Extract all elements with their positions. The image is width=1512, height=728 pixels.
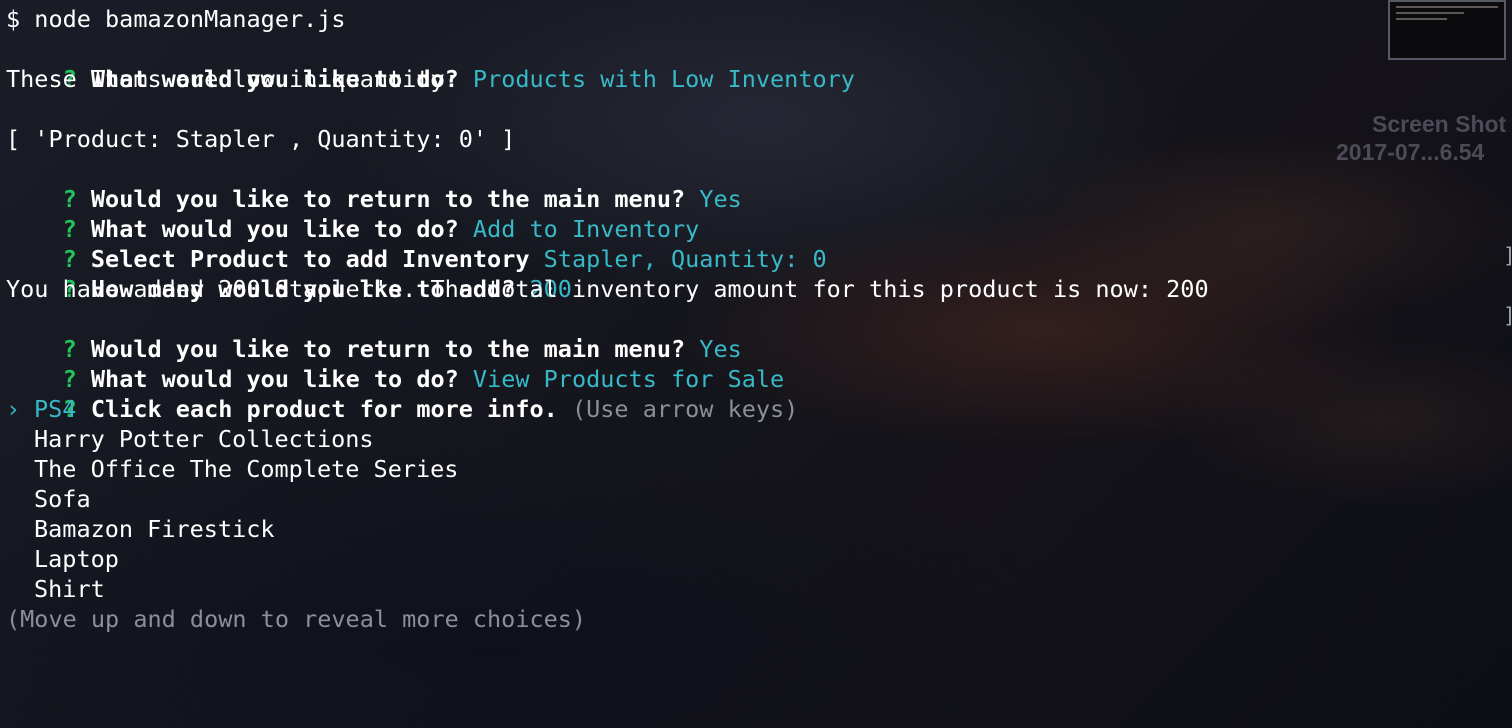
question-text: What would you like to do? — [90, 365, 459, 393]
choice-label: Sofa — [34, 485, 91, 513]
choice-label: PS4 — [34, 395, 77, 423]
output-array: [ 'Product: Stapler , Quantity: 0' ] — [6, 125, 516, 153]
choice-item[interactable]: Sofa — [6, 484, 1512, 514]
question-mark-icon: ? — [62, 335, 77, 363]
answer-text: Yes — [699, 335, 742, 363]
answer-text: Products with Low Inventory — [472, 65, 855, 93]
hint-text: (Use arrow keys) — [571, 395, 799, 423]
question-mark-icon: ? — [62, 365, 77, 393]
prompt-line: ? Would you like to return to the main m… — [6, 304, 1512, 363]
question-text: Click each product for more info. — [90, 395, 558, 423]
choice-label: Laptop — [34, 545, 119, 573]
terminal-output[interactable]: $ node bamazonManager.js ? What would yo… — [6, 4, 1512, 634]
choice-item[interactable]: Harry Potter Collections — [6, 424, 1512, 454]
question-text: What would you like to do? — [90, 215, 459, 243]
choice-label: The Office The Complete Series — [34, 455, 459, 483]
answer-text: Add to Inventory — [472, 215, 700, 243]
prompt-line: ? Would you like to return to the main m… — [6, 154, 1512, 213]
question-mark-icon: ? — [62, 245, 77, 273]
choice-item[interactable]: Shirt — [6, 574, 1512, 604]
choice-label: Bamazon Firestick — [34, 515, 275, 543]
choice-item[interactable]: Laptop — [6, 544, 1512, 574]
choice-item[interactable]: Bamazon Firestick — [6, 514, 1512, 544]
question-mark-icon: ? — [62, 215, 77, 243]
command-line: $ node bamazonManager.js — [6, 5, 346, 33]
question-mark-icon: ? — [62, 185, 77, 213]
question-text: Would you like to return to the main men… — [90, 335, 686, 363]
answer-text: View Products for Sale — [472, 365, 785, 393]
more-choices-hint: (Move up and down to reveal more choices… — [6, 605, 587, 633]
answer-text: Yes — [699, 185, 742, 213]
choice-item[interactable]: The Office The Complete Series — [6, 454, 1512, 484]
output-text: You have added 200 Stapler's. The total … — [6, 275, 1209, 303]
choice-label: Harry Potter Collections — [34, 425, 374, 453]
choice-label: Shirt — [34, 575, 105, 603]
answer-text: Stapler, Quantity: 0 — [543, 245, 827, 273]
question-text: Select Product to add Inventory — [90, 245, 530, 273]
prompt-line: ? What would you like to do? Products wi… — [6, 34, 1512, 93]
cursor-icon: › — [6, 395, 21, 423]
question-text: Would you like to return to the main men… — [90, 185, 686, 213]
